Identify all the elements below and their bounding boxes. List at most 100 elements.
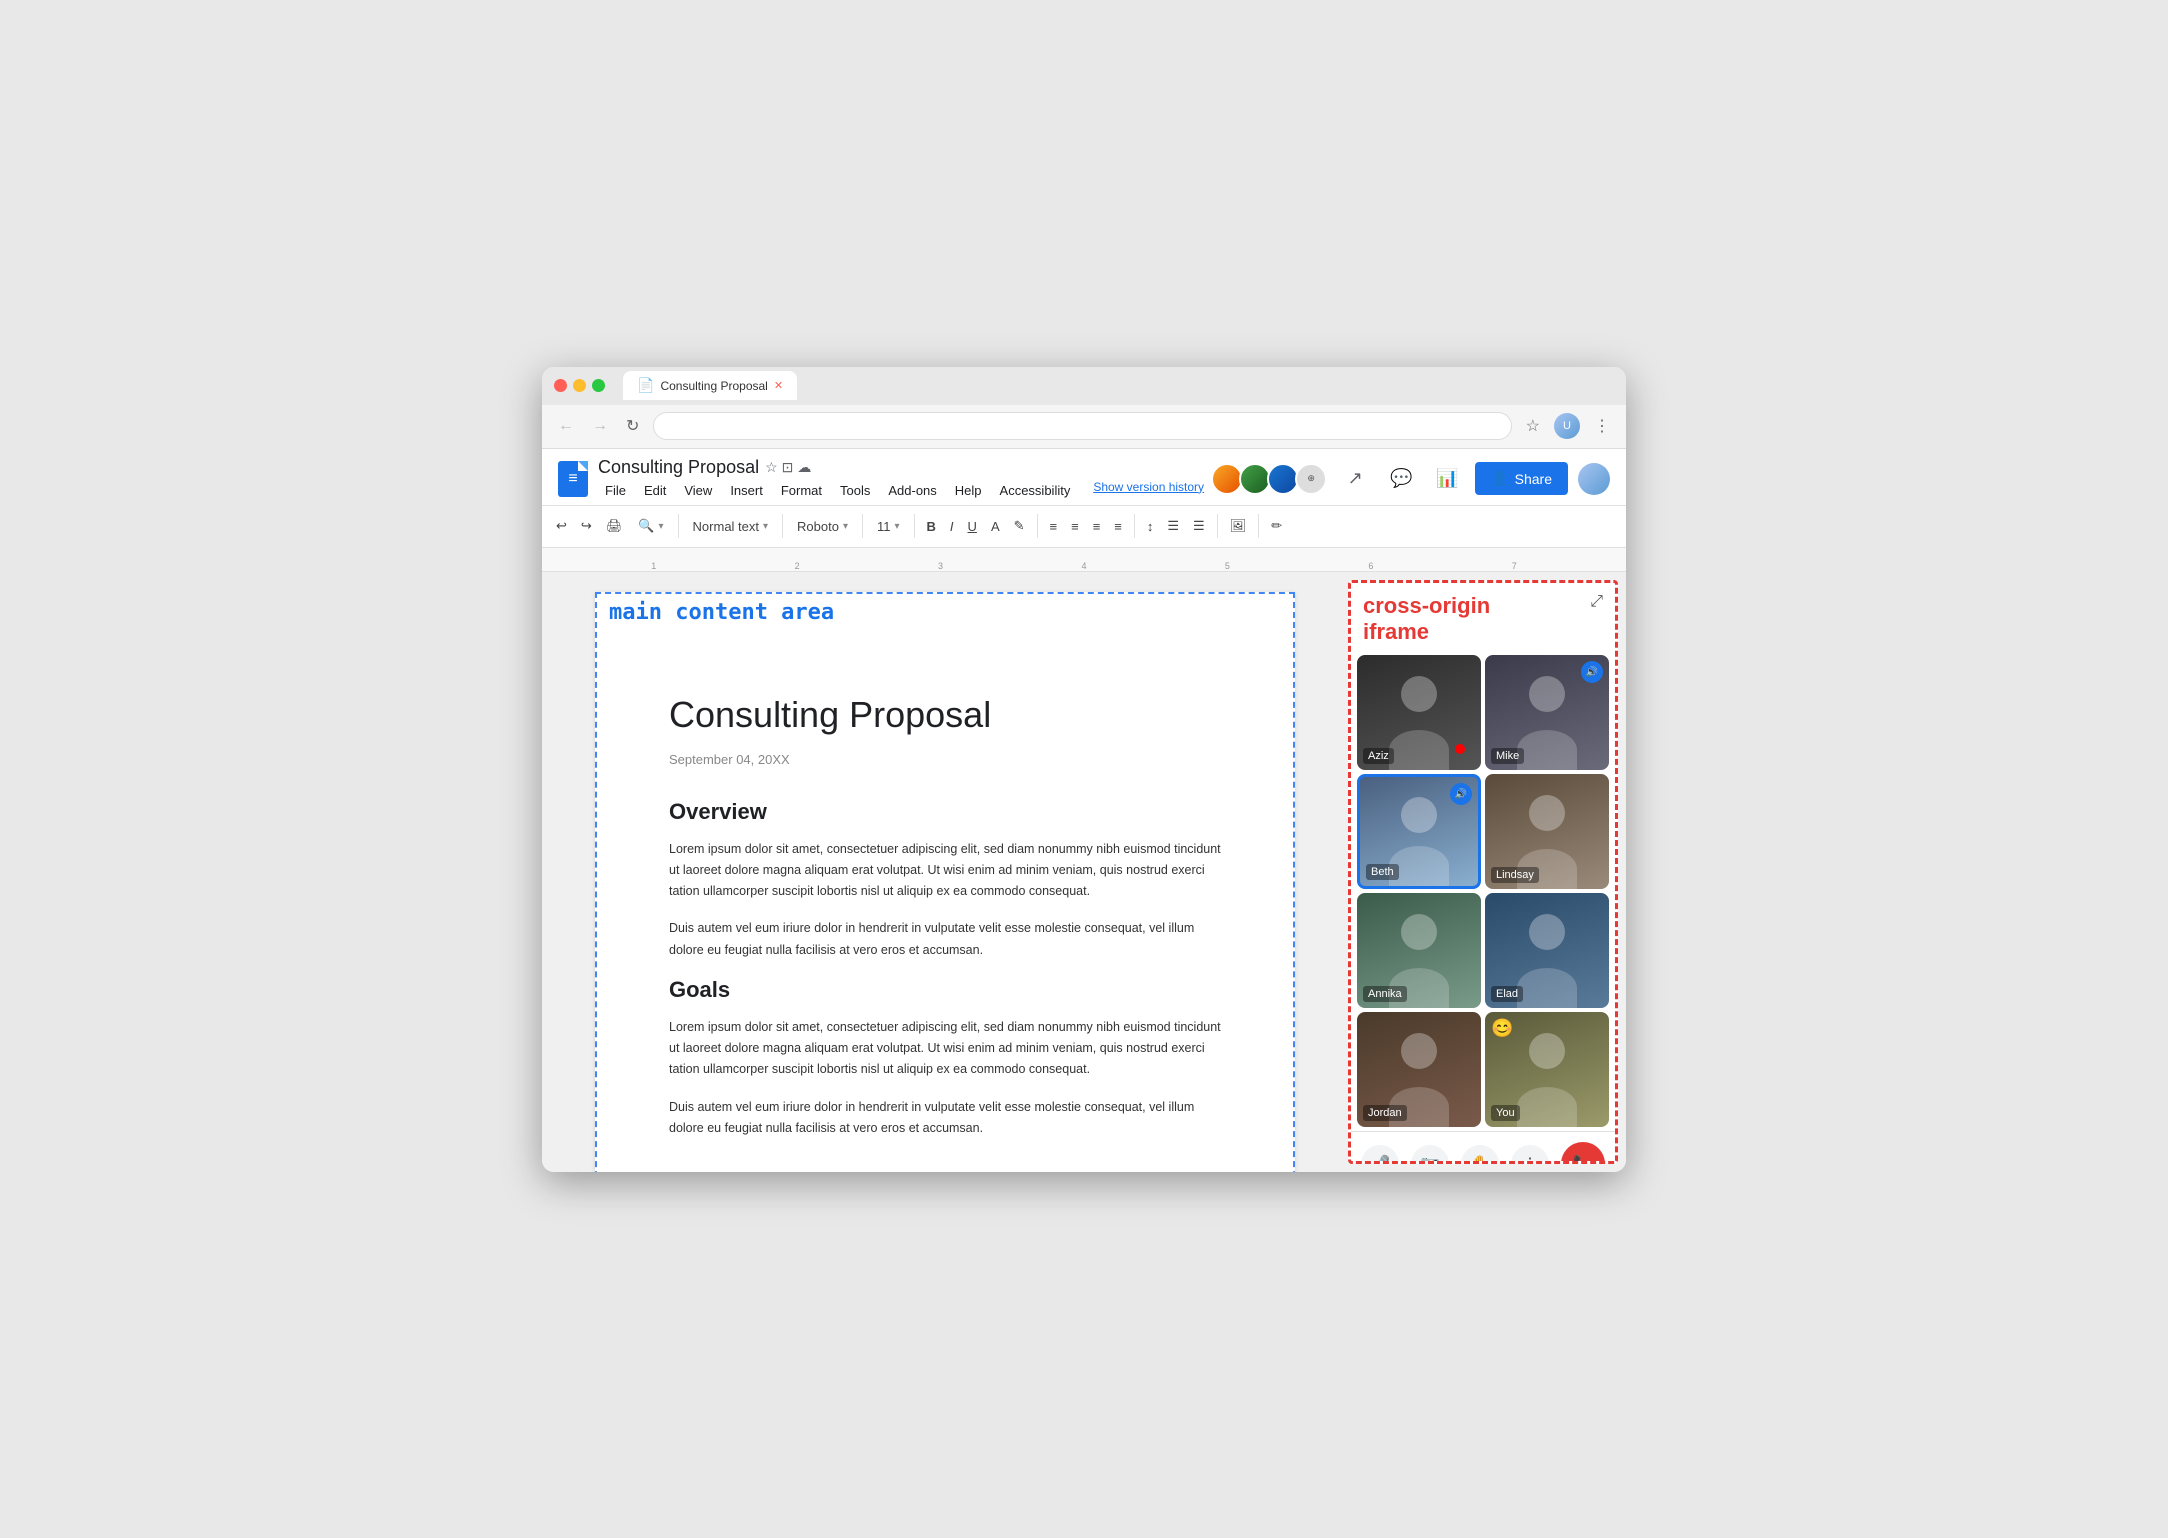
- highlight-button[interactable]: ✎: [1008, 511, 1031, 541]
- share-icon: 👤: [1491, 470, 1508, 487]
- traffic-lights: [554, 379, 605, 392]
- star-icon[interactable]: ☆: [765, 459, 778, 476]
- more-options-button[interactable]: ⋮: [1511, 1145, 1549, 1163]
- font-dropdown[interactable]: Roboto ▾: [789, 511, 856, 541]
- text-color-button[interactable]: A: [985, 511, 1006, 541]
- cloud-icon[interactable]: ☁: [797, 459, 811, 476]
- tab-area: 📄 Consulting Proposal ✕: [623, 371, 797, 400]
- docs-filename: Consulting Proposal ☆ ⊡ ☁: [598, 457, 1204, 478]
- docs-title-row: ≡ Consulting Proposal ☆ ⊡ ☁ File Edit: [558, 457, 1610, 501]
- collaborator-avatars: ⊕: [1215, 463, 1327, 495]
- menu-view[interactable]: View: [677, 480, 719, 501]
- size-dropdown[interactable]: 11 ▾: [869, 511, 908, 541]
- video-cell-lindsay: Lindsay: [1485, 774, 1609, 889]
- comments-button[interactable]: 💬: [1383, 461, 1419, 497]
- style-dropdown[interactable]: Normal text ▾: [685, 511, 777, 541]
- docs-filename-area: Consulting Proposal ☆ ⊡ ☁ File Edit View…: [598, 457, 1204, 501]
- menu-file[interactable]: File: [598, 480, 633, 501]
- raise-hand-button[interactable]: ✋: [1461, 1145, 1499, 1163]
- video-cell-aziz: Aziz: [1357, 655, 1481, 770]
- docs-logo-area: ≡ Consulting Proposal ☆ ⊡ ☁ File Edit: [558, 457, 1204, 501]
- tab-close-button[interactable]: ✕: [774, 379, 783, 392]
- menu-insert[interactable]: Insert: [723, 480, 770, 501]
- menu-addons[interactable]: Add-ons: [881, 480, 943, 501]
- present-button[interactable]: 📊: [1429, 461, 1465, 497]
- active-tab[interactable]: 📄 Consulting Proposal ✕: [623, 371, 797, 400]
- menu-icon[interactable]: ⋮: [1590, 412, 1614, 440]
- align-center-button[interactable]: ≡: [1065, 511, 1085, 541]
- print-button[interactable]: 🖨: [600, 511, 629, 541]
- close-button[interactable]: [554, 379, 567, 392]
- section1-para2[interactable]: Duis autem vel eum iriure dolor in hendr…: [669, 918, 1221, 961]
- edit-button[interactable]: ✏: [1265, 511, 1288, 541]
- separator-2: [782, 514, 783, 538]
- title-bar: 📄 Consulting Proposal ✕: [542, 367, 1626, 405]
- maximize-button[interactable]: [592, 379, 605, 392]
- url-bar[interactable]: [653, 412, 1511, 440]
- iframe-header: cross-originiframe ⤢: [1351, 583, 1615, 656]
- italic-button[interactable]: I: [944, 511, 960, 541]
- folder-icon[interactable]: ⊡: [782, 459, 794, 476]
- line-spacing-button[interactable]: ↕: [1141, 511, 1160, 541]
- user-avatar: U: [1554, 413, 1580, 439]
- separator-6: [1134, 514, 1135, 538]
- underline-button[interactable]: U: [962, 511, 983, 541]
- doc-page: main content area Consulting Proposal Se…: [595, 592, 1295, 1172]
- minimize-button[interactable]: [573, 379, 586, 392]
- address-bar-row: ← → ↻ ☆ U ⋮: [542, 405, 1626, 449]
- redo-button[interactable]: ↪: [575, 511, 598, 541]
- align-left-button[interactable]: ≡: [1044, 511, 1064, 541]
- video-cell-annika: Annika: [1357, 893, 1481, 1008]
- share-button[interactable]: 👤 Share: [1475, 462, 1568, 495]
- participant-name-lindsay: Lindsay: [1491, 867, 1539, 883]
- expand-icon[interactable]: ⤢: [1590, 593, 1603, 611]
- bold-button[interactable]: B: [921, 511, 942, 541]
- menu-tools[interactable]: Tools: [833, 480, 877, 501]
- menu-edit[interactable]: Edit: [637, 480, 673, 501]
- camera-button[interactable]: 📷: [1411, 1145, 1449, 1163]
- numbered-button[interactable]: ☰: [1187, 511, 1211, 541]
- section2-para2[interactable]: Duis autem vel eum iriure dolor in hendr…: [669, 1097, 1221, 1140]
- docs-menu: File Edit View Insert Format Tools Add-o…: [598, 480, 1204, 501]
- justify-button[interactable]: ≡: [1108, 511, 1128, 541]
- video-cell-elad: Elad: [1485, 893, 1609, 1008]
- back-button[interactable]: ←: [554, 413, 578, 439]
- participant-name-annika: Annika: [1363, 986, 1407, 1002]
- participant-name-beth: Beth: [1366, 864, 1399, 880]
- iframe-panel: cross-originiframe ⤢ Aziz: [1348, 580, 1618, 1164]
- mute-button[interactable]: 🎤: [1361, 1145, 1399, 1163]
- forward-button[interactable]: →: [588, 413, 612, 439]
- docs-logo: ≡: [558, 461, 588, 497]
- separator-8: [1258, 514, 1259, 538]
- main-area: main content area Consulting Proposal Se…: [542, 572, 1626, 1172]
- menu-format[interactable]: Format: [774, 480, 829, 501]
- separator-5: [1037, 514, 1038, 538]
- call-controls: 🎤 📷 ✋ ⋮ 📞: [1351, 1131, 1615, 1163]
- reload-button[interactable]: ↻: [622, 412, 643, 440]
- video-cell-beth: Beth 🔊: [1357, 774, 1481, 889]
- video-cell-mike: Mike 🔊: [1485, 655, 1609, 770]
- bullets-button[interactable]: ☰: [1161, 511, 1185, 541]
- participant-name-you: You: [1491, 1105, 1520, 1121]
- trending-button[interactable]: ↗: [1337, 461, 1373, 497]
- section1-heading: Overview: [669, 799, 1221, 825]
- undo-button[interactable]: ↩: [550, 511, 573, 541]
- show-version-link[interactable]: Show version history: [1093, 480, 1204, 501]
- tab-icon: 📄: [637, 377, 654, 394]
- menu-help[interactable]: Help: [948, 480, 989, 501]
- end-call-button[interactable]: 📞: [1561, 1142, 1605, 1163]
- ruler: 1 2 3 4 5 6 7: [542, 548, 1626, 572]
- section1-para1[interactable]: Lorem ipsum dolor sit amet, consectetuer…: [669, 839, 1221, 903]
- doc-date: September 04, 20XX: [669, 752, 1221, 767]
- image-button[interactable]: 🖼: [1224, 511, 1253, 541]
- section2-para1[interactable]: Lorem ipsum dolor sit amet, consectetuer…: [669, 1017, 1221, 1081]
- bookmark-icon[interactable]: ☆: [1522, 412, 1544, 440]
- user-avatar-header: [1578, 463, 1610, 495]
- menu-accessibility[interactable]: Accessibility: [993, 480, 1078, 501]
- align-right-button[interactable]: ≡: [1087, 511, 1107, 541]
- separator-1: [678, 514, 679, 538]
- tab-title: Consulting Proposal: [660, 379, 767, 393]
- separator-4: [914, 514, 915, 538]
- format-toolbar: ↩ ↪ 🖨 🔍▾ Normal text ▾ Roboto ▾ 11 ▾ B I…: [542, 506, 1626, 548]
- zoom-dropdown[interactable]: 🔍▾: [630, 511, 671, 541]
